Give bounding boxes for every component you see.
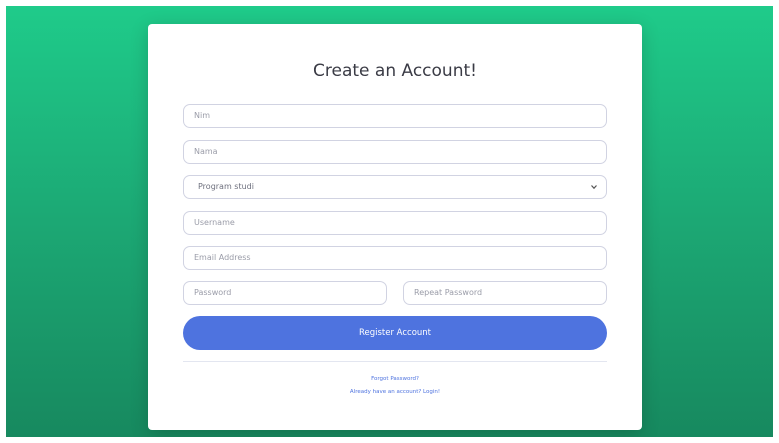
repeat-password-input[interactable]: Repeat Password [403,281,607,305]
nim-placeholder: Nim [194,111,210,120]
program-studi-selected: Program studi [198,182,254,191]
email-placeholder: Email Address [194,253,251,262]
nama-placeholder: Nama [194,147,218,156]
register-card: Create an Account! Nim Nama Program stud… [148,24,642,430]
page-title: Create an Account! [313,61,477,81]
nim-input[interactable]: Nim [183,104,607,128]
divider [183,361,607,362]
page-background: Create an Account! Nim Nama Program stud… [6,6,773,437]
username-input[interactable]: Username [183,211,607,235]
password-placeholder: Password [194,288,232,297]
username-placeholder: Username [194,218,235,227]
program-studi-select[interactable]: Program studi [183,175,607,199]
repeat-password-placeholder: Repeat Password [414,288,483,297]
forgot-password-link[interactable]: Forgot Password? [148,376,642,382]
register-account-button[interactable]: Register Account [183,316,607,350]
email-input[interactable]: Email Address [183,246,607,270]
login-link[interactable]: Already have an account? Login! [148,389,642,395]
password-input[interactable]: Password [183,281,387,305]
nama-input[interactable]: Nama [183,140,607,164]
chevron-down-icon [591,185,597,190]
